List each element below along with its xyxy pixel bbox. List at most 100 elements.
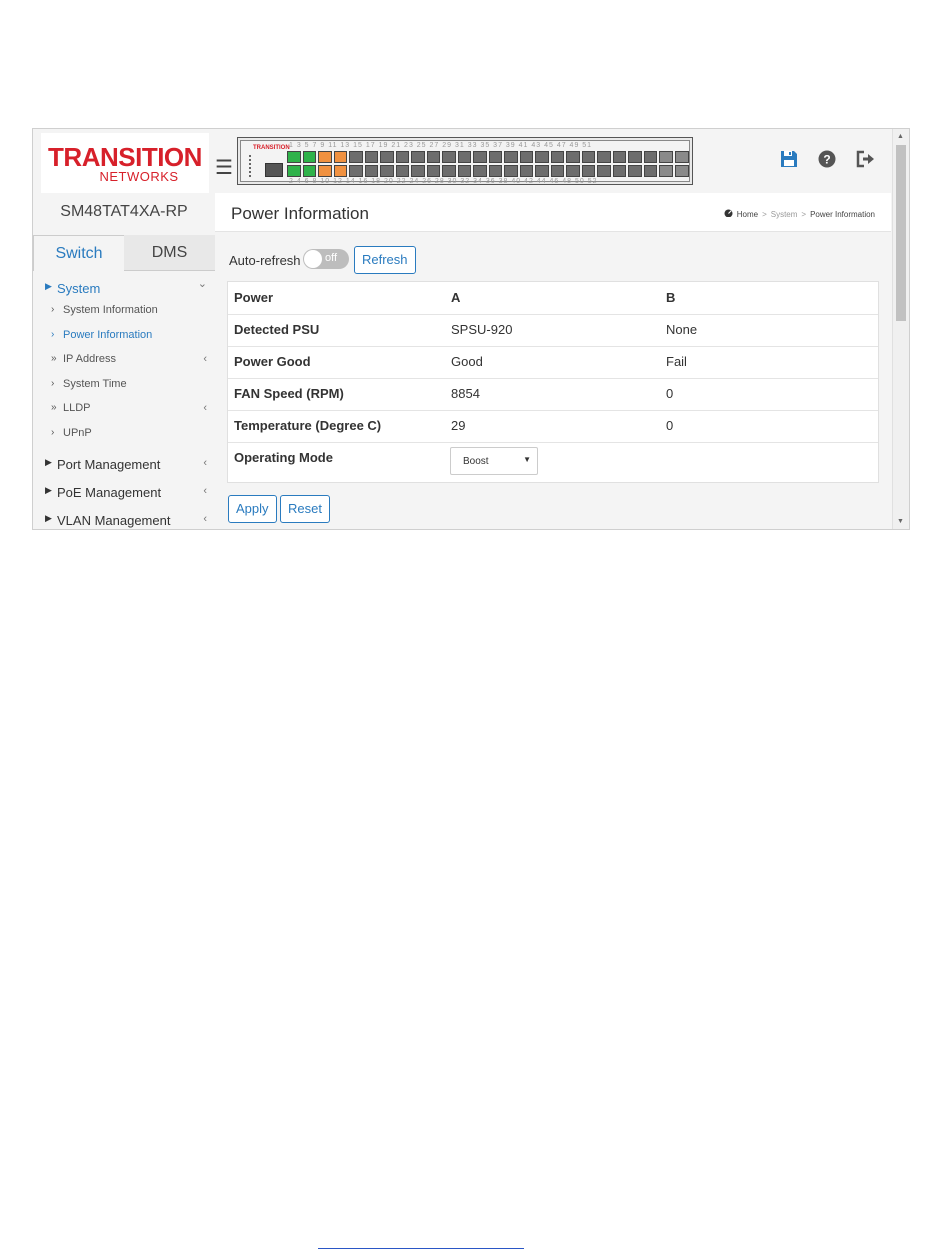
scroll-down-arrow-icon[interactable]: ▼: [897, 518, 904, 525]
breadcrumb-section[interactable]: System: [771, 210, 798, 219]
rj45-port[interactable]: [349, 165, 363, 177]
rj45-port[interactable]: [380, 151, 394, 163]
rj45-port[interactable]: [302, 165, 316, 177]
rj45-port[interactable]: [395, 165, 409, 177]
rj45-port[interactable]: [488, 151, 502, 163]
scroll-up-arrow-icon[interactable]: ▲: [897, 133, 904, 140]
rj45-port[interactable]: [488, 165, 502, 177]
help-icon[interactable]: ?: [817, 149, 837, 169]
console-port[interactable]: [265, 163, 283, 177]
device-name: SM48TAT4XA-RP: [60, 203, 188, 220]
vertical-scrollbar[interactable]: ▲ ▼: [892, 129, 909, 529]
rj45-port[interactable]: [550, 151, 564, 163]
rj45-port[interactable]: [442, 151, 456, 163]
select-value: Boost: [463, 456, 489, 467]
row-label: Detected PSU: [234, 322, 320, 337]
rj45-port[interactable]: [581, 165, 595, 177]
table-header-row: Power A B: [228, 282, 878, 315]
apply-button[interactable]: Apply: [228, 495, 277, 523]
brand-logo[interactable]: TRANSITION NETWORKS: [41, 133, 209, 195]
footer-link-underline[interactable]: [318, 1247, 524, 1249]
rj45-port[interactable]: [318, 151, 332, 163]
double-chevron-right-icon: »: [51, 402, 57, 413]
rj45-port[interactable]: [628, 151, 642, 163]
rj45-port[interactable]: [643, 165, 657, 177]
rj45-port[interactable]: [597, 151, 611, 163]
row-label: Operating Mode: [234, 450, 333, 465]
home-icon[interactable]: [724, 209, 733, 219]
cell-value: 29: [451, 418, 466, 433]
rj45-port[interactable]: [333, 165, 347, 177]
rj45-port[interactable]: [411, 165, 425, 177]
column-header: B: [666, 290, 676, 305]
tab-dms[interactable]: DMS: [124, 235, 215, 271]
rj45-port[interactable]: [426, 151, 440, 163]
table-row: Detected PSU SPSU-920 None: [228, 314, 878, 347]
rj45-port[interactable]: [628, 165, 642, 177]
table-row: Power Good Good Fail: [228, 346, 878, 379]
rj45-port[interactable]: [581, 151, 595, 163]
rj45-port[interactable]: [519, 165, 533, 177]
rj45-port[interactable]: [643, 151, 657, 163]
breadcrumb-current: Power Information: [810, 209, 875, 219]
breadcrumb-separator: >: [762, 209, 767, 219]
rj45-port[interactable]: [457, 165, 471, 177]
sidebar: SM48TAT4XA-RP Switch DMS ▶ System ⌄ › Sy…: [33, 193, 215, 529]
rj45-port[interactable]: [566, 151, 580, 163]
rj45-port[interactable]: [535, 151, 549, 163]
rj45-port[interactable]: [504, 151, 518, 163]
rj45-port[interactable]: [318, 165, 332, 177]
rj45-port[interactable]: [364, 151, 378, 163]
rj45-port[interactable]: [380, 165, 394, 177]
menu-toggle-icon[interactable]: ☰: [215, 155, 233, 180]
rj45-port[interactable]: [566, 165, 580, 177]
toggle-knob: [304, 250, 322, 268]
status-leds: [249, 155, 253, 177]
sfp-port[interactable]: [659, 165, 673, 177]
rj45-port[interactable]: [519, 151, 533, 163]
chevron-right-icon: ›: [51, 304, 55, 315]
sfp-port[interactable]: [659, 151, 673, 163]
rj45-port[interactable]: [287, 165, 301, 177]
sfp-port[interactable]: [675, 151, 689, 163]
sfp-port[interactable]: [675, 165, 689, 177]
rj45-port[interactable]: [426, 165, 440, 177]
rj45-port[interactable]: [364, 165, 378, 177]
operating-mode-select[interactable]: Boost ▼: [450, 447, 538, 475]
rj45-port[interactable]: [550, 165, 564, 177]
cell-value: Fail: [666, 354, 687, 369]
rj45-port[interactable]: [349, 151, 363, 163]
rj45-port[interactable]: [473, 165, 487, 177]
rj45-port[interactable]: [597, 165, 611, 177]
chevron-left-icon: ‹: [203, 485, 207, 497]
port-grid: [287, 151, 657, 177]
rj45-port[interactable]: [302, 151, 316, 163]
breadcrumb-separator: >: [801, 209, 807, 219]
rj45-port[interactable]: [612, 151, 626, 163]
rj45-port[interactable]: [504, 165, 518, 177]
rj45-port[interactable]: [395, 151, 409, 163]
rj45-port[interactable]: [535, 165, 549, 177]
breadcrumb-home[interactable]: Home: [737, 210, 758, 219]
rj45-port[interactable]: [442, 165, 456, 177]
tab-switch[interactable]: Switch: [33, 235, 125, 271]
rj45-port[interactable]: [411, 151, 425, 163]
cell-value: Good: [451, 354, 483, 369]
cell-value: 8854: [451, 386, 480, 401]
table-row: Temperature (Degree C) 29 0: [228, 410, 878, 443]
refresh-button[interactable]: Refresh: [354, 246, 416, 274]
logout-icon[interactable]: [855, 149, 875, 169]
reset-button[interactable]: Reset: [280, 495, 330, 523]
rj45-port[interactable]: [333, 151, 347, 163]
scroll-thumb[interactable]: [896, 145, 906, 321]
main-content: Power Information Home > System > Power …: [215, 193, 891, 529]
rj45-port[interactable]: [287, 151, 301, 163]
rj45-port[interactable]: [473, 151, 487, 163]
caret-right-icon: ▶: [45, 485, 52, 495]
save-icon[interactable]: [779, 149, 799, 169]
switch-faceplate: TRANSITION 1 3 5 7 9 11 13 15 17 19 21 2…: [237, 137, 693, 185]
dropdown-caret-icon: ▼: [523, 455, 531, 464]
auto-refresh-toggle[interactable]: off: [303, 249, 349, 269]
rj45-port[interactable]: [612, 165, 626, 177]
rj45-port[interactable]: [457, 151, 471, 163]
